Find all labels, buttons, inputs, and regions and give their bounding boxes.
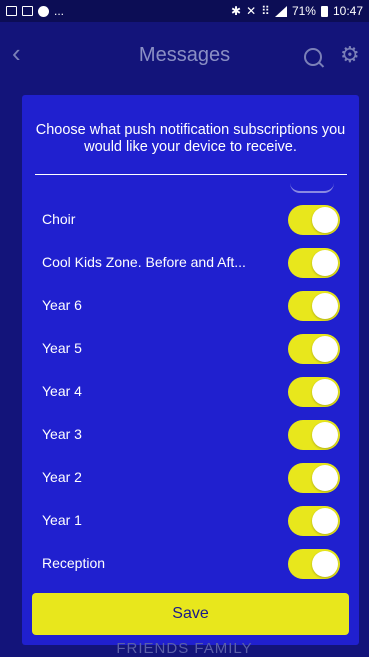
mute-icon: ✕ — [246, 4, 257, 18]
subscription-toggle[interactable] — [288, 506, 340, 536]
status-left: ... — [6, 4, 64, 18]
list-item: Year 5 — [22, 331, 359, 367]
subscription-toggle[interactable] — [288, 291, 340, 321]
subscription-label: Choir — [42, 211, 76, 227]
battery-icon — [320, 5, 328, 17]
subscriptions-panel: Choose what push notification subscripti… — [22, 95, 359, 645]
list-item: Year 4 — [22, 374, 359, 410]
subscription-label: Year 5 — [42, 340, 82, 356]
bluetooth-icon: ✱ — [231, 4, 242, 18]
subscription-label: Year 4 — [42, 383, 82, 399]
toggle-knob — [312, 508, 338, 534]
subscription-toggle[interactable] — [288, 377, 340, 407]
subscription-toggle[interactable] — [288, 334, 340, 364]
list-item: Reception — [22, 546, 359, 582]
subscription-toggle[interactable] — [288, 549, 340, 579]
signal-icon — [274, 5, 287, 17]
list-item: Year 2 — [22, 460, 359, 496]
search-icon[interactable] — [304, 48, 322, 66]
scroll-indicator — [290, 183, 334, 193]
emoji-icon — [38, 5, 49, 17]
toggle-knob — [312, 379, 338, 405]
footer-text: FRIENDS FAMILY — [116, 640, 253, 657]
list-item: Year 6 — [22, 288, 359, 324]
status-bar: ... ✱ ✕ ⠿ 71% 10:47 — [0, 0, 369, 22]
subscription-label: Year 6 — [42, 297, 82, 313]
toggle-knob — [312, 551, 338, 577]
subscription-toggle[interactable] — [288, 463, 340, 493]
gear-icon[interactable]: ⚙ — [340, 44, 360, 66]
message-icon — [22, 6, 33, 16]
list-item: Cool Kids Zone. Before and Aft... — [22, 245, 359, 281]
gallery-icon — [6, 6, 17, 16]
status-right: ✱ ✕ ⠿ 71% 10:47 — [231, 4, 363, 18]
subscription-toggle[interactable] — [288, 420, 340, 450]
battery-percent: 71% — [291, 4, 316, 18]
nav-bar: ‹ Messages ⚙ — [0, 22, 369, 92]
subscription-label: Year 1 — [42, 512, 82, 528]
save-button[interactable]: Save — [32, 593, 349, 635]
subscription-toggle[interactable] — [288, 248, 340, 278]
list-item: Choir — [22, 202, 359, 238]
list-item: Year 3 — [22, 417, 359, 453]
toggle-knob — [312, 293, 338, 319]
subscription-label: Year 2 — [42, 469, 82, 485]
clock: 10:47 — [332, 4, 363, 18]
list-item: Year 1 — [22, 503, 359, 539]
toggle-knob — [312, 250, 338, 276]
toggle-knob — [312, 422, 338, 448]
toggle-knob — [312, 465, 338, 491]
divider — [35, 174, 347, 175]
toggle-knob — [312, 336, 338, 362]
status-overflow: ... — [54, 4, 65, 18]
subscription-toggle[interactable] — [288, 205, 340, 235]
subscription-label: Cool Kids Zone. Before and Aft... — [42, 254, 246, 270]
subscription-label: Year 3 — [42, 426, 82, 442]
toggle-knob — [312, 207, 338, 233]
network-icon: ⠿ — [261, 4, 270, 18]
subscription-label: Reception — [42, 555, 106, 571]
instructions-text: Choose what push notification subscripti… — [35, 122, 346, 155]
